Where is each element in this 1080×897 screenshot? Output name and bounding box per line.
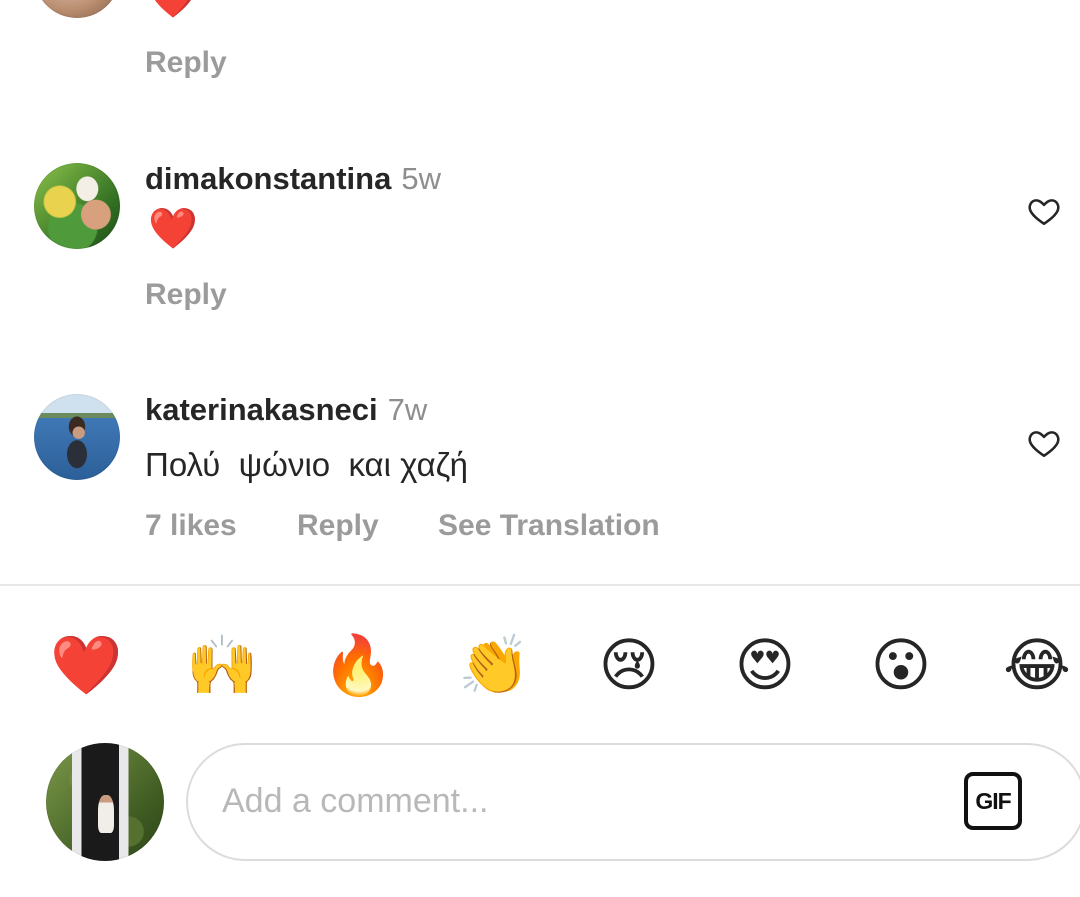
username-text[interactable]: katerinakasneci xyxy=(145,392,378,427)
comment-time: 5w xyxy=(401,161,441,196)
comment-time: 7w xyxy=(387,392,428,427)
current-user-avatar xyxy=(46,743,164,861)
reaction-clap-button[interactable]: 👏 xyxy=(458,630,530,700)
reaction-heart-eyes-button[interactable]: 😍 xyxy=(730,630,800,700)
comment-input-placeholder[interactable]: Add a comment... xyxy=(222,782,488,821)
divider xyxy=(0,584,1080,586)
heart-outline-icon[interactable] xyxy=(1027,194,1061,228)
reply-button[interactable]: Reply xyxy=(145,278,227,312)
reaction-surprised-button[interactable]: 😮 xyxy=(866,630,936,700)
comment-username[interactable]: katerinakasneci 7w xyxy=(145,392,427,428)
reply-button[interactable]: Reply xyxy=(145,46,227,80)
comment-text: ❤️ xyxy=(148,207,198,251)
reaction-fire-button[interactable]: 🔥 xyxy=(322,630,394,700)
comment-username[interactable]: dimakonstantina 5w xyxy=(145,161,441,197)
heart-outline-icon[interactable] xyxy=(1027,426,1061,460)
commenter-avatar[interactable] xyxy=(34,0,120,18)
reaction-heart-button[interactable]: ❤️ xyxy=(50,630,122,700)
commenter-avatar[interactable] xyxy=(34,394,120,480)
username-text[interactable]: dimakonstantina xyxy=(145,161,391,196)
commenter-avatar[interactable] xyxy=(34,163,120,249)
reaction-crying-button[interactable]: 😢 xyxy=(594,630,664,700)
reaction-raised-hands-button[interactable]: 🙌 xyxy=(186,630,258,700)
gif-button[interactable]: GIF xyxy=(964,772,1022,830)
reply-button[interactable]: Reply xyxy=(297,509,379,543)
comment-text: Πολύ ψώνιο και χαζή xyxy=(145,446,468,483)
comment-text: ❤️ xyxy=(148,0,198,18)
likes-count[interactable]: 7 likes xyxy=(145,509,237,543)
see-translation-button[interactable]: See Translation xyxy=(438,509,660,543)
reaction-laughing-button[interactable]: 😂 xyxy=(1002,630,1072,700)
